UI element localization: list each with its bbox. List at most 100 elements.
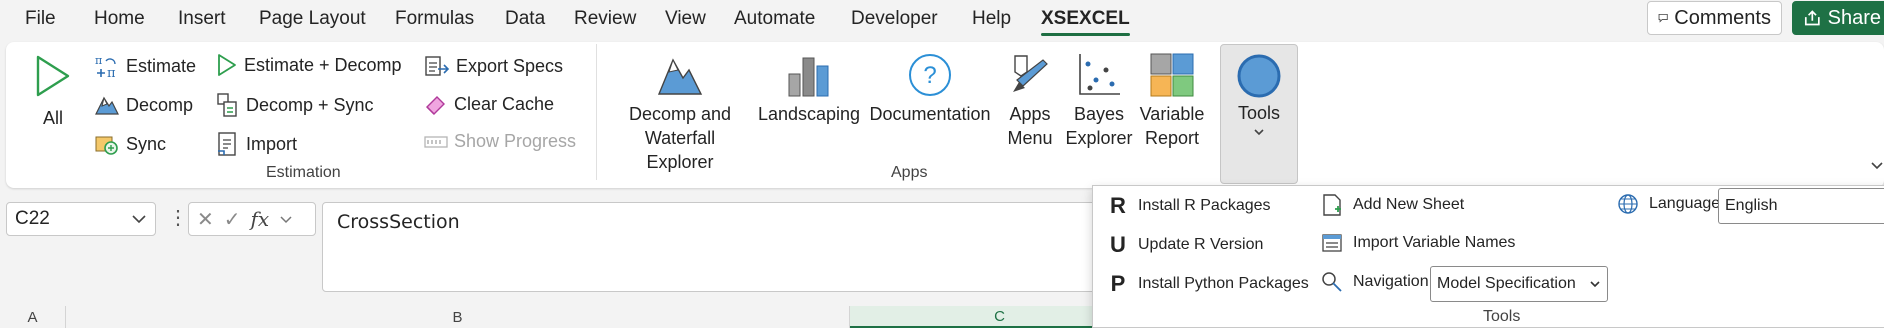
sync-label: Sync bbox=[126, 133, 167, 154]
tools-button[interactable]: Tools bbox=[1220, 44, 1298, 184]
estimate-decomp-button[interactable]: Estimate + Decomp bbox=[216, 53, 402, 77]
import-icon bbox=[218, 132, 236, 156]
cancel-icon[interactable]: ✕ bbox=[197, 207, 214, 232]
apps-menu-label: Apps Menu bbox=[1007, 104, 1053, 148]
tab-review[interactable]: Review bbox=[574, 8, 636, 30]
estimate-icon: ππ bbox=[95, 54, 116, 79]
sync-button[interactable]: Sync bbox=[94, 131, 166, 157]
all-label: All bbox=[42, 108, 63, 128]
tab-home[interactable]: Home bbox=[94, 8, 145, 30]
documentation-label: Documentation bbox=[869, 104, 991, 124]
variable-report-label: Variable Report bbox=[1139, 104, 1205, 148]
bayes-explorer-label: Bayes Explorer bbox=[1065, 104, 1133, 148]
cell-reference: C22 bbox=[15, 208, 50, 229]
tab-data[interactable]: Data bbox=[505, 8, 545, 30]
import-variable-names-item[interactable]: Import Variable Names bbox=[1321, 232, 1515, 254]
chevron-down-icon bbox=[1590, 281, 1600, 288]
progress-icon bbox=[424, 135, 448, 148]
install-r-packages-label: Install R Packages bbox=[1138, 197, 1271, 214]
chevron-down-icon bbox=[132, 215, 146, 224]
comments-button[interactable]: Comments bbox=[1647, 1, 1782, 35]
bayes-explorer-button[interactable]: Bayes Explorer bbox=[1064, 52, 1134, 150]
play-icon bbox=[36, 55, 70, 97]
help-circle-icon: ? bbox=[909, 54, 951, 96]
import-button[interactable]: Import bbox=[216, 131, 297, 157]
globe-icon bbox=[1618, 194, 1638, 214]
decomp-waterfall-label: Decomp and Waterfall Explorer bbox=[628, 104, 732, 172]
show-progress-button[interactable]: Show Progress bbox=[424, 131, 576, 152]
navigation-label: Navigation bbox=[1353, 273, 1429, 290]
export-specs-button[interactable]: Export Specs bbox=[424, 53, 563, 79]
add-new-sheet-label: Add New Sheet bbox=[1353, 196, 1465, 213]
estimate-button[interactable]: ππ Estimate bbox=[94, 53, 196, 79]
navigation-select[interactable]: Model Specification bbox=[1430, 266, 1608, 302]
share-icon bbox=[1804, 10, 1820, 26]
tab-file[interactable]: File bbox=[25, 8, 56, 30]
tab-automate[interactable]: Automate bbox=[734, 8, 815, 30]
install-r-packages-item[interactable]: R Install R Packages bbox=[1108, 193, 1271, 219]
mountain-chart-icon bbox=[657, 58, 703, 95]
sync-icon bbox=[95, 136, 118, 155]
share-label: Share bbox=[1827, 6, 1881, 29]
enter-check-icon[interactable]: ✓ bbox=[224, 207, 241, 232]
tab-page-layout[interactable]: Page Layout bbox=[259, 8, 366, 30]
apps-group-label: Apps bbox=[891, 164, 928, 181]
ribbon-collapse-chevron-icon[interactable] bbox=[1870, 160, 1884, 172]
documentation-button[interactable]: ? Documentation bbox=[866, 52, 994, 126]
show-progress-label: Show Progress bbox=[454, 131, 577, 151]
tools-label: Tools bbox=[1237, 103, 1281, 123]
grid-report-icon bbox=[1150, 53, 1194, 97]
decomp-label: Decomp bbox=[126, 94, 194, 115]
decomp-waterfall-explorer-button[interactable]: Decomp and Waterfall Explorer bbox=[612, 52, 748, 174]
clear-cache-button[interactable]: Clear Cache bbox=[424, 92, 554, 116]
comment-icon bbox=[1658, 13, 1668, 23]
landscaping-button[interactable]: Landscaping bbox=[758, 52, 860, 126]
more-options-icon[interactable]: ⋮ bbox=[168, 205, 188, 230]
navigation-item: Navigation bbox=[1321, 271, 1429, 293]
update-r-version-label: Update R Version bbox=[1138, 236, 1264, 253]
language-item: Language bbox=[1617, 193, 1720, 215]
eraser-icon bbox=[426, 96, 445, 115]
tab-developer[interactable]: Developer bbox=[851, 8, 938, 30]
chevron-down-icon[interactable] bbox=[279, 214, 293, 224]
column-header-a[interactable]: A bbox=[0, 306, 66, 328]
add-sheet-icon bbox=[1323, 194, 1341, 216]
install-python-packages-item[interactable]: P Install Python Packages bbox=[1108, 271, 1309, 297]
language-select[interactable]: English bbox=[1718, 188, 1884, 224]
navigation-search-icon bbox=[1322, 272, 1342, 292]
bar-chart-icon bbox=[788, 57, 829, 97]
play-outline-icon bbox=[218, 54, 236, 76]
update-r-version-item[interactable]: U Update R Version bbox=[1108, 232, 1263, 258]
decomp-sync-button[interactable]: Decomp + Sync bbox=[216, 92, 374, 118]
import-label: Import bbox=[246, 133, 298, 154]
landscaping-label: Landscaping bbox=[757, 104, 861, 124]
ribbon-group-divider bbox=[596, 44, 597, 180]
decomp-button[interactable]: Decomp bbox=[94, 92, 193, 118]
decomp-sync-icon bbox=[217, 93, 237, 117]
tab-insert[interactable]: Insert bbox=[178, 8, 226, 30]
language-label: Language bbox=[1649, 195, 1721, 212]
tab-view[interactable]: View bbox=[665, 8, 706, 30]
export-specs-label: Export Specs bbox=[456, 55, 564, 76]
tab-help[interactable]: Help bbox=[972, 8, 1011, 30]
share-button[interactable]: Share bbox=[1792, 1, 1884, 35]
insert-function-button[interactable]: fx bbox=[251, 207, 270, 231]
estimation-group-label: Estimation bbox=[266, 164, 341, 181]
variable-report-button[interactable]: Variable Report bbox=[1136, 52, 1208, 150]
install-python-packages-label: Install Python Packages bbox=[1138, 275, 1309, 292]
language-select-value: English bbox=[1725, 197, 1778, 214]
scatter-plot-icon bbox=[1079, 54, 1120, 95]
add-new-sheet-item[interactable]: Add New Sheet bbox=[1321, 193, 1464, 217]
all-button[interactable]: All bbox=[34, 54, 72, 130]
apps-menu-button[interactable]: Apps Menu bbox=[1002, 52, 1058, 150]
clear-cache-label: Clear Cache bbox=[454, 93, 555, 114]
column-header-b[interactable]: B bbox=[66, 306, 850, 328]
svg-text:π: π bbox=[95, 54, 102, 67]
tab-xsexcel[interactable]: XSEXCEL bbox=[1041, 8, 1130, 36]
import-names-icon bbox=[1322, 234, 1342, 252]
tab-formulas[interactable]: Formulas bbox=[395, 8, 474, 30]
name-box[interactable]: C22 bbox=[6, 202, 156, 236]
svg-text:?: ? bbox=[923, 62, 936, 89]
import-variable-names-label: Import Variable Names bbox=[1353, 234, 1516, 251]
tools-circle-icon bbox=[1237, 54, 1281, 98]
